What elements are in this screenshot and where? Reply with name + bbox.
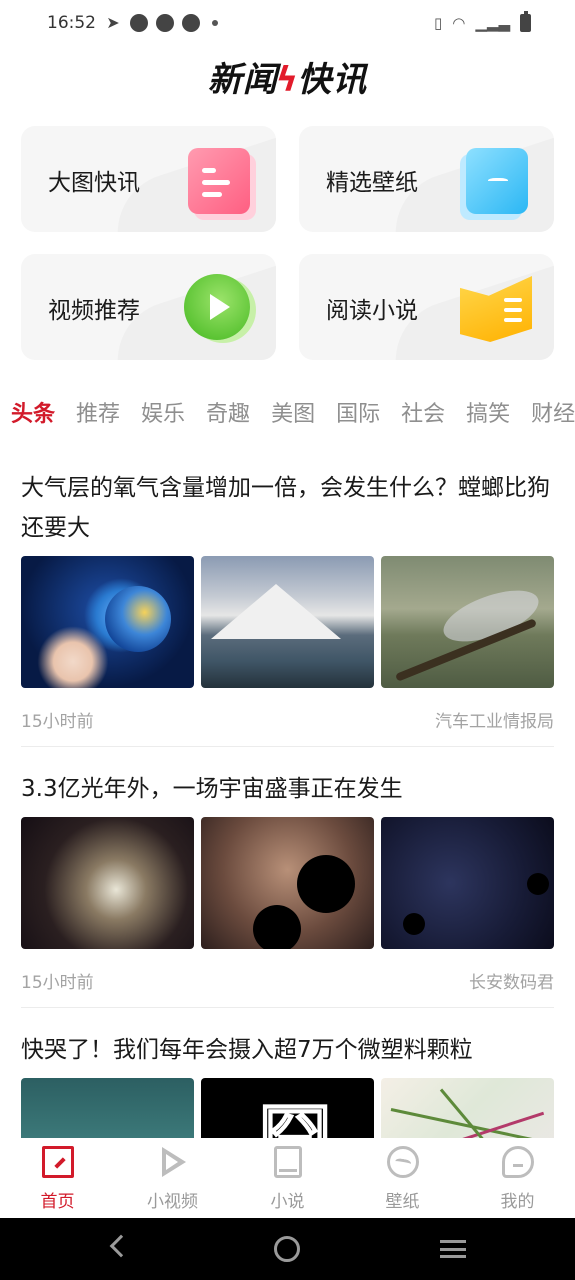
tab-entertainment[interactable]: 娱乐 [141, 396, 185, 428]
feature-label: 视频推荐 [48, 298, 140, 324]
nav-profile[interactable]: 我的 [460, 1138, 575, 1218]
telegram-icon: ➤ [106, 13, 120, 32]
tab-recommended[interactable]: 推荐 [76, 396, 120, 428]
feature-label: 阅读小说 [326, 298, 418, 324]
article-images [21, 556, 554, 688]
logo-text-left: 新闻 [207, 60, 278, 100]
nav-home[interactable]: 首页 [0, 1138, 115, 1218]
feature-grid: 大图快讯 精选壁纸 视频推荐 阅读小说 [21, 126, 554, 360]
app-notification-icon [156, 14, 174, 32]
nav-wallpaper[interactable]: 壁纸 [345, 1138, 460, 1218]
system-navigation-bar [0, 1218, 575, 1280]
category-tabs: 头条 推荐 娱乐 奇趣 美图 国际 社会 搞笑 财经 [11, 396, 575, 428]
book-icon [273, 1146, 302, 1178]
article-source: 长安数码君 [469, 973, 554, 993]
nav-label: 我的 [500, 1192, 535, 1212]
article-meta: 15小时前 长安数码君 [21, 968, 554, 993]
nav-short-video[interactable]: 小视频 [115, 1138, 230, 1218]
nav-label: 首页 [40, 1192, 75, 1212]
feature-card-wallpaper[interactable]: 精选壁纸 [299, 126, 554, 232]
status-bar: 16:52 ➤ ▯ ◠ ▁▂▃ [0, 0, 575, 48]
bottom-navigation: 首页 小视频 小说 壁纸 我的 [0, 1138, 575, 1218]
tab-pictures[interactable]: 美图 [271, 396, 315, 428]
tab-society[interactable]: 社会 [401, 396, 445, 428]
article-images: 囧 [21, 1078, 554, 1138]
article-image[interactable] [381, 1078, 554, 1138]
article-time: 15小时前 [21, 712, 94, 732]
recent-apps-icon[interactable] [440, 1240, 466, 1258]
news-article[interactable]: 大气层的氧气含量增加一倍，会发生什么？螳螂比狗还要大 15小时前 汽车工业情报局 [21, 468, 554, 747]
logo-text-right: 快讯 [297, 60, 368, 100]
notification-icons: ➤ [104, 14, 218, 32]
app-screen: 16:52 ➤ ▯ ◠ ▁▂▃ 新闻ϟ快讯 大图快讯 精选壁纸 视频推荐 阅读小… [0, 0, 575, 1280]
feature-label: 大图快讯 [48, 170, 140, 196]
news-feed: 大气层的氧气含量增加一倍，会发生什么？螳螂比狗还要大 15小时前 汽车工业情报局… [21, 468, 554, 1138]
feature-card-video[interactable]: 视频推荐 [21, 254, 276, 360]
article-image[interactable] [381, 817, 554, 949]
feature-label: 精选壁纸 [326, 170, 418, 196]
profile-icon [501, 1146, 534, 1178]
nav-label: 小视频 [147, 1192, 198, 1212]
article-image[interactable] [201, 556, 374, 688]
system-status-icons: ▯ ◠ ▁▂▃ [434, 11, 531, 32]
article-image[interactable] [21, 817, 194, 949]
article-source: 汽车工业情报局 [435, 712, 554, 732]
article-image[interactable] [21, 1078, 194, 1138]
tab-finance[interactable]: 财经 [531, 396, 575, 428]
wallpaper-icon [386, 1146, 419, 1178]
nav-label: 壁纸 [385, 1192, 420, 1212]
article-title[interactable]: 快哭了！我们每年会摄入超7万个微塑料颗粒 [21, 1030, 554, 1070]
wifi-icon: ◠ [452, 14, 466, 32]
play-icon [157, 1146, 189, 1178]
article-image[interactable] [381, 556, 554, 688]
home-icon [41, 1146, 74, 1178]
lightning-icon: ϟ [275, 60, 300, 100]
tab-funny[interactable]: 搞笑 [466, 396, 510, 428]
news-article[interactable]: 快哭了！我们每年会摄入超7万个微塑料颗粒 囧 [21, 1030, 554, 1138]
article-time: 15小时前 [21, 973, 94, 993]
back-icon[interactable] [109, 1234, 133, 1258]
news-article[interactable]: 3.3亿光年外，一场宇宙盛事正在发生 15小时前 长安数码君 [21, 769, 554, 1008]
article-title[interactable]: 大气层的氧气含量增加一倍，会发生什么？螳螂比狗还要大 [21, 468, 554, 548]
play-icon [184, 274, 250, 340]
article-image[interactable] [21, 556, 194, 688]
phone-wallpaper-icon [466, 148, 528, 214]
article-image[interactable]: 囧 [201, 1078, 374, 1138]
app-logo: 新闻ϟ快讯 [0, 52, 575, 101]
article-image[interactable] [201, 817, 374, 949]
article-title[interactable]: 3.3亿光年外，一场宇宙盛事正在发生 [21, 769, 554, 809]
app-notification-icon [182, 14, 200, 32]
nav-label: 小说 [270, 1192, 305, 1212]
article-meta: 15小时前 汽车工业情报局 [21, 707, 554, 732]
more-notifications-icon [212, 20, 218, 26]
tab-international[interactable]: 国际 [336, 396, 380, 428]
status-time: 16:52 [47, 13, 96, 33]
nav-novel[interactable]: 小说 [230, 1138, 345, 1218]
article-images [21, 817, 554, 949]
tab-curious[interactable]: 奇趣 [206, 396, 250, 428]
battery-icon [520, 11, 531, 32]
vibrate-icon: ▯ [434, 14, 443, 32]
feature-card-big-picture[interactable]: 大图快讯 [21, 126, 276, 232]
home-circle-icon[interactable] [274, 1236, 300, 1262]
tab-headlines[interactable]: 头条 [11, 396, 55, 428]
feature-card-novel[interactable]: 阅读小说 [299, 254, 554, 360]
signal-icon: ▁▂▃ [475, 14, 510, 32]
app-notification-icon [130, 14, 148, 32]
document-icon [188, 148, 250, 214]
